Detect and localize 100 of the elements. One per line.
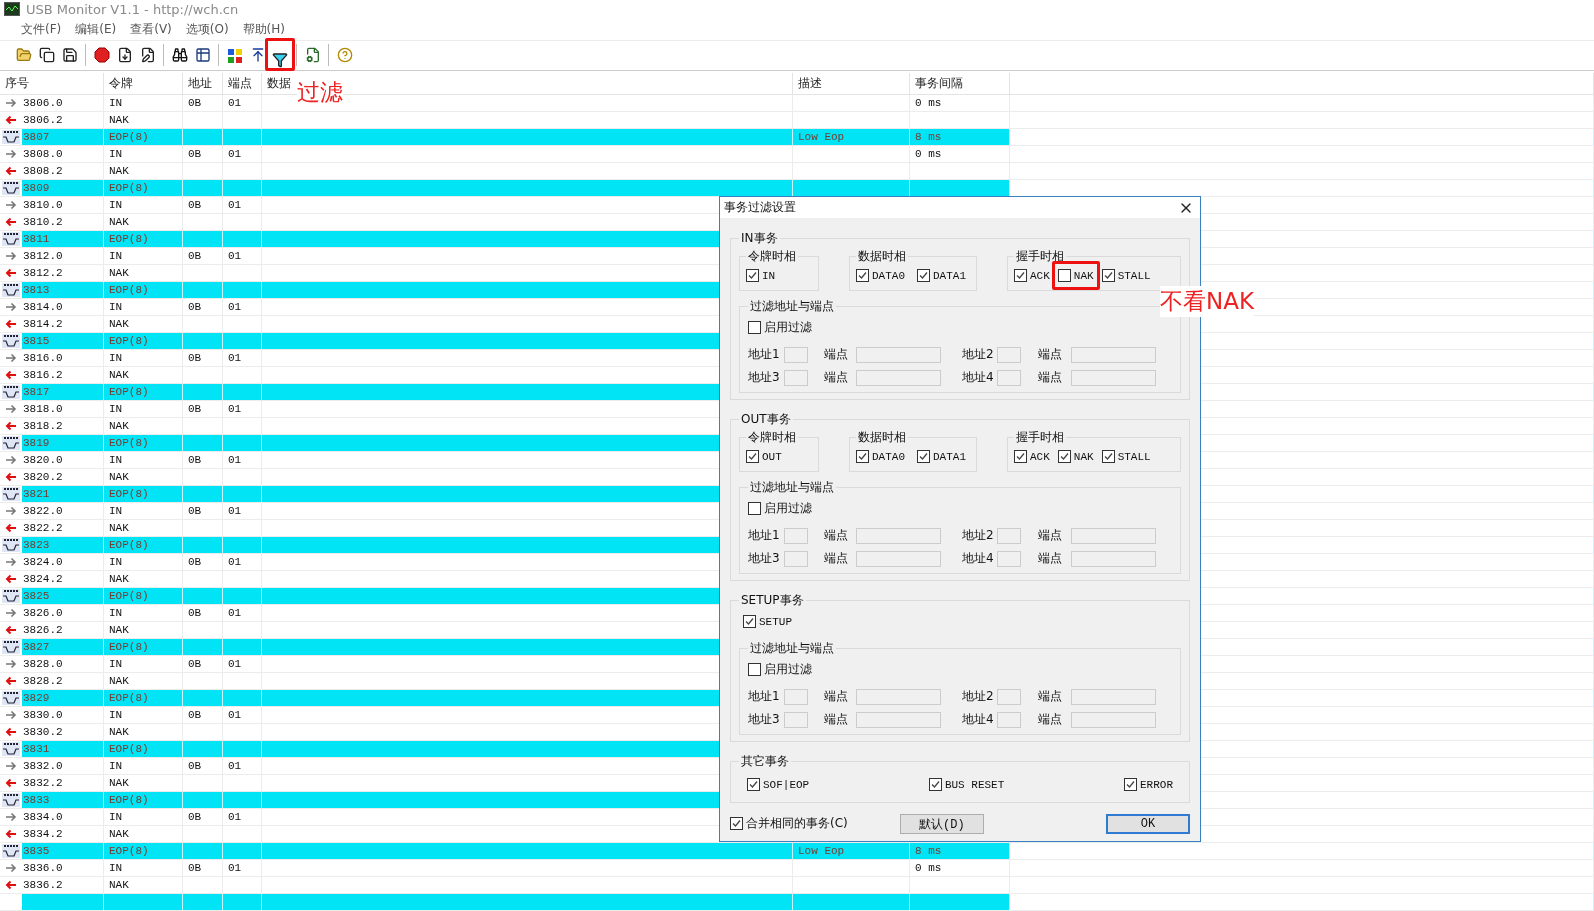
checkbox[interactable] <box>928 778 942 791</box>
checkbox[interactable] <box>917 450 930 463</box>
table-cell: IN <box>104 401 183 418</box>
field-label: 端点 <box>824 346 849 363</box>
input-field[interactable] <box>997 369 1021 386</box>
table-cell: Low Eop <box>793 129 910 146</box>
checkbox[interactable] <box>730 817 743 830</box>
input-field[interactable] <box>784 527 808 544</box>
checkbox[interactable] <box>1014 269 1027 282</box>
checkbox[interactable] <box>748 663 761 676</box>
input-field[interactable] <box>997 711 1021 728</box>
table-cell: 0 ms <box>910 860 1010 877</box>
input-field[interactable] <box>1071 550 1156 567</box>
table-cell: IN <box>104 146 183 163</box>
column-header[interactable]: 事务间隔 <box>910 73 1010 94</box>
table-cell <box>223 537 262 554</box>
table-cell: 01 <box>223 809 262 826</box>
arrow-left-icon <box>5 676 17 686</box>
table-cell-text: 3836.2 <box>22 878 64 893</box>
column-header[interactable]: 序号 <box>0 73 104 94</box>
arrow-left-icon <box>5 421 17 431</box>
input-field[interactable] <box>856 688 941 705</box>
input-field[interactable] <box>784 711 808 728</box>
input-field[interactable] <box>1071 346 1156 363</box>
field-label: 端点 <box>1038 527 1063 544</box>
table-cell: 0B <box>183 503 223 520</box>
checkbox[interactable] <box>1057 450 1071 463</box>
checkbox[interactable] <box>748 502 761 515</box>
table-cell-text: 3826.0 <box>22 606 64 621</box>
checkbox[interactable] <box>746 450 759 463</box>
checkbox[interactable] <box>1101 269 1115 282</box>
input-field[interactable] <box>856 369 941 386</box>
checkbox[interactable] <box>748 321 761 334</box>
menu-item[interactable]: 文件(F) <box>14 18 69 40</box>
table-cell: 01 <box>223 758 262 775</box>
input-field[interactable] <box>1071 527 1156 544</box>
waveform-icon <box>2 793 20 807</box>
field-label: 地址3 <box>748 369 781 386</box>
menu-item[interactable]: 编辑(E) <box>68 18 124 40</box>
table-cell-text: 3816.0 <box>22 351 64 366</box>
table-cell: 01 <box>223 350 262 367</box>
field-label: 端点 <box>1038 711 1063 728</box>
input-field[interactable] <box>856 527 941 544</box>
table-cell <box>223 588 262 605</box>
table-cell <box>223 486 262 503</box>
input-field[interactable] <box>997 527 1021 544</box>
field-label: 地址1 <box>748 688 781 705</box>
input-field[interactable] <box>784 688 808 705</box>
input-field[interactable] <box>997 346 1021 363</box>
checkbox[interactable] <box>1101 450 1115 463</box>
checkbox[interactable] <box>1057 269 1071 282</box>
input-field[interactable] <box>1071 688 1156 705</box>
table-cell-text: 3812.0 <box>22 249 64 264</box>
input-field[interactable] <box>784 550 808 567</box>
menu-item[interactable]: 选项(O) <box>178 18 236 40</box>
table-cell <box>223 282 262 299</box>
checkbox-label: DATA1 <box>933 269 967 282</box>
checkbox[interactable] <box>743 615 756 628</box>
table-cell-text: 3832.0 <box>22 759 64 774</box>
checkbox[interactable] <box>856 450 869 463</box>
ok-button[interactable]: OK <box>1106 813 1190 834</box>
checkbox-label: 启用过滤 <box>764 500 812 517</box>
table-cell: 01 <box>223 860 262 877</box>
column-header[interactable]: 令牌 <box>104 73 183 94</box>
table-cell <box>183 792 223 809</box>
column-header[interactable]: 端点 <box>223 73 262 94</box>
highlighted-toolbar-button[interactable] <box>265 38 295 71</box>
field-label: 地址2 <box>962 527 995 544</box>
waveform-icon <box>2 844 20 858</box>
field-label: 地址4 <box>962 550 995 567</box>
color-squares-icon[interactable] <box>227 49 242 63</box>
checkbox[interactable] <box>917 269 930 282</box>
filter-icon[interactable] <box>272 52 288 68</box>
menu-item[interactable]: 帮助(H) <box>235 18 292 40</box>
input-field[interactable] <box>784 369 808 386</box>
checkbox[interactable] <box>1124 778 1137 791</box>
input-field[interactable] <box>784 346 808 363</box>
table-cell <box>183 486 223 503</box>
group-title: OUT事务 <box>740 411 792 428</box>
table-cell <box>223 180 262 197</box>
checkbox[interactable] <box>1014 450 1027 463</box>
input-field[interactable] <box>997 550 1021 567</box>
menu-item[interactable]: 查看(V) <box>123 18 179 40</box>
input-field[interactable] <box>1071 711 1156 728</box>
checkbox[interactable] <box>856 269 869 282</box>
input-field[interactable] <box>856 711 941 728</box>
checkbox[interactable] <box>746 269 759 282</box>
default-button[interactable]: 默认(D) <box>899 813 984 834</box>
arrow-left-icon <box>5 829 17 839</box>
column-header[interactable]: 描述 <box>793 73 910 94</box>
column-header[interactable]: 地址 <box>183 73 223 94</box>
input-field[interactable] <box>856 550 941 567</box>
input-field[interactable] <box>1071 369 1156 386</box>
input-field[interactable] <box>997 688 1021 705</box>
checkbox[interactable] <box>747 778 760 791</box>
table-cell: 01 <box>223 707 262 724</box>
input-field[interactable] <box>856 346 941 363</box>
table-cell: EOP(8) <box>104 639 183 656</box>
table-cell-text: 3820.2 <box>22 470 64 485</box>
table-cell: 0B <box>183 707 223 724</box>
